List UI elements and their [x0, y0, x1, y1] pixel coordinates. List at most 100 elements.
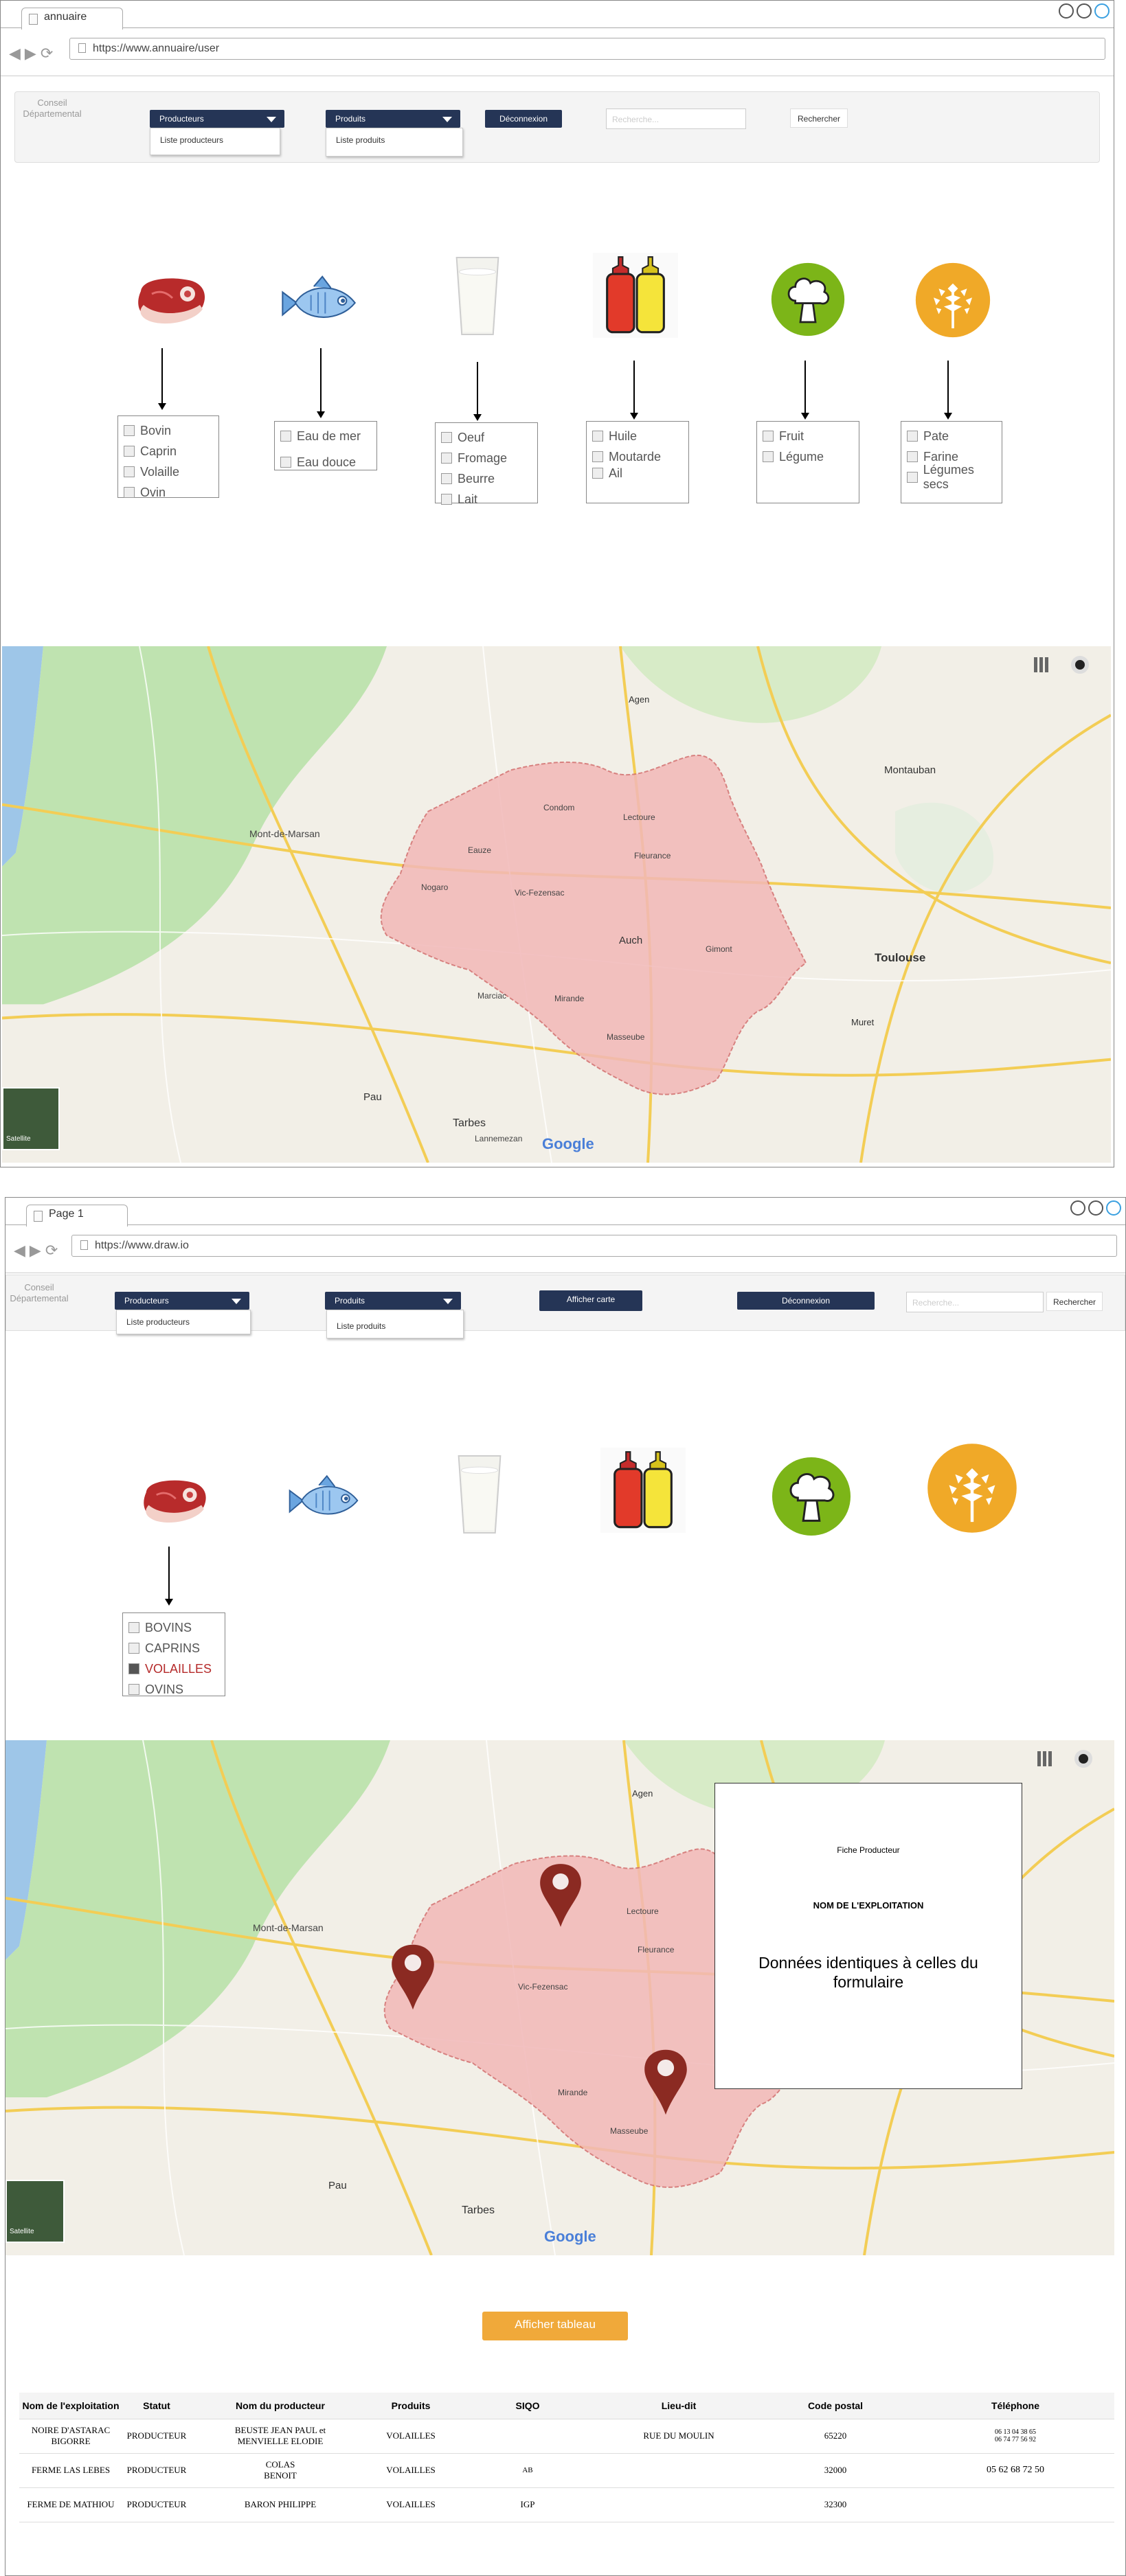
map-layer-toggle[interactable]: Satellite	[5, 2180, 65, 2243]
checkbox-item[interactable]: Caprin	[124, 441, 218, 461]
minimize-icon[interactable]	[1059, 3, 1074, 19]
browser-tab[interactable]: Page 1	[26, 1205, 128, 1227]
milk-glass-icon[interactable]	[453, 1452, 506, 1537]
checkbox-item[interactable]: Bovin	[124, 420, 218, 441]
column-header[interactable]: Statut	[122, 2393, 191, 2419]
map-pin-icon[interactable]	[539, 1857, 583, 1934]
checkbox-item[interactable]: Lait	[441, 489, 537, 510]
producers-dropdown[interactable]: Producteurs	[150, 110, 284, 128]
profile-icon[interactable]	[1071, 656, 1089, 674]
search-button[interactable]: Rechercher	[790, 109, 848, 128]
column-header[interactable]: Code postal	[754, 2393, 916, 2419]
checkbox-item[interactable]: Volaille	[124, 461, 218, 482]
map-layer-toggle[interactable]: Satellite	[2, 1087, 60, 1150]
column-header[interactable]: Lieu-dit	[603, 2393, 754, 2419]
condiment-bottles-icon[interactable]	[593, 252, 678, 339]
checkbox[interactable]	[280, 457, 291, 468]
column-header[interactable]: Nom de l'exploitation	[19, 2393, 122, 2419]
meat-icon[interactable]	[135, 1472, 212, 1531]
table-row[interactable]: NOIRE D'ASTARAC BIGORRE PRODUCTEUR BEUST…	[19, 2419, 1114, 2454]
checkbox-item[interactable]: Légume	[763, 446, 859, 467]
map-pin-icon[interactable]	[390, 1939, 436, 2015]
profile-icon[interactable]	[1074, 1750, 1092, 1768]
browser-tab[interactable]: annuaire	[21, 8, 123, 30]
producers-list-item[interactable]: Liste producteurs	[126, 1317, 190, 1327]
producers-list-item[interactable]: Liste producteurs	[160, 135, 223, 145]
checkbox[interactable]	[128, 1622, 139, 1633]
checkbox[interactable]	[592, 431, 603, 442]
column-header[interactable]: Nom du producteur	[191, 2393, 370, 2419]
checkbox[interactable]	[280, 431, 291, 442]
restore-icon[interactable]	[1077, 3, 1092, 19]
checkbox-item[interactable]: Pate	[907, 426, 1002, 446]
table-row[interactable]: FERME DE MATHIOU PRODUCTEUR BARON PHILIP…	[19, 2487, 1114, 2522]
logout-button[interactable]: Déconnexion	[485, 110, 562, 128]
column-header[interactable]: Téléphone	[916, 2393, 1114, 2419]
checkbox-item[interactable]: Eau douce	[280, 452, 376, 472]
checkbox[interactable]	[763, 431, 774, 442]
checkbox[interactable]	[907, 472, 918, 483]
products-list-item[interactable]: Liste produits	[337, 1321, 385, 1331]
checkbox-item[interactable]: VOLAILLES	[128, 1659, 225, 1679]
producers-dropdown[interactable]: Producteurs	[115, 1292, 249, 1310]
apps-grid-icon[interactable]	[1034, 657, 1049, 672]
checkbox[interactable]	[124, 466, 135, 477]
checkbox-item[interactable]: Eau de mer	[280, 426, 376, 446]
checkbox-item[interactable]: Ail	[592, 466, 688, 480]
checkbox-item[interactable]: BOVINS	[128, 1617, 225, 1638]
navigation-icons[interactable]: ◀▶⟳	[14, 1242, 62, 1259]
search-input[interactable]: Recherche...	[906, 1292, 1044, 1312]
maximize-icon[interactable]	[1106, 1200, 1121, 1216]
checkbox-item[interactable]: Légumes secs	[907, 463, 1002, 491]
checkbox[interactable]	[124, 425, 135, 436]
checkbox[interactable]	[124, 487, 135, 498]
checkbox[interactable]	[441, 453, 452, 464]
checkbox[interactable]	[124, 446, 135, 457]
checkbox-item[interactable]: Fruit	[763, 426, 859, 446]
checkbox[interactable]	[128, 1643, 139, 1654]
search-input[interactable]: Recherche...	[606, 109, 746, 129]
checkbox-item[interactable]: Oeuf	[441, 427, 537, 448]
wheat-icon[interactable]	[914, 262, 991, 339]
address-bar[interactable]: https://www.draw.io	[71, 1235, 1117, 1257]
checkbox[interactable]	[441, 494, 452, 505]
checkbox-item[interactable]: Moutarde	[592, 446, 688, 467]
column-header[interactable]: Produits	[370, 2393, 452, 2419]
checkbox[interactable]	[907, 431, 918, 442]
checkbox-item[interactable]: Huile	[592, 426, 688, 446]
show-map-button[interactable]: Afficher carte	[539, 1290, 642, 1311]
search-button[interactable]: Rechercher	[1046, 1292, 1103, 1311]
checkbox-checked[interactable]	[128, 1663, 139, 1674]
checkbox[interactable]	[763, 451, 774, 462]
logout-button[interactable]: Déconnexion	[737, 1292, 875, 1310]
column-header[interactable]: SIQO	[452, 2393, 603, 2419]
restore-icon[interactable]	[1088, 1200, 1103, 1216]
condiment-bottles-icon[interactable]	[600, 1445, 686, 1536]
products-dropdown[interactable]: Produits	[326, 110, 460, 128]
map[interactable]: Mont-de-Marsan Lectoure Vic-Fezensac Fle…	[5, 1740, 1114, 2255]
checkbox[interactable]	[592, 451, 603, 462]
wheat-icon[interactable]	[926, 1442, 1018, 1534]
navigation-icons[interactable]: ◀▶⟳	[9, 45, 57, 62]
table-row[interactable]: FERME LAS LEBES PRODUCTEUR COLAS BENOIT …	[19, 2453, 1114, 2488]
checkbox-item[interactable]: Beurre	[441, 468, 537, 489]
broccoli-icon[interactable]	[770, 262, 846, 337]
broccoli-icon[interactable]	[771, 1456, 852, 1537]
map[interactable]: Mont-de-Marsan Condom Lectoure Eauze Nog…	[2, 646, 1111, 1163]
checkbox-item[interactable]: OVINS	[128, 1679, 225, 1700]
address-bar[interactable]: https://www.annuaire/user	[69, 38, 1105, 60]
map-pin-icon[interactable]	[643, 2044, 688, 2121]
maximize-icon[interactable]	[1094, 3, 1110, 19]
checkbox[interactable]	[441, 473, 452, 484]
products-list-item[interactable]: Liste produits	[336, 135, 385, 145]
checkbox-item[interactable]: Fromage	[441, 448, 537, 468]
checkbox[interactable]	[592, 468, 603, 479]
show-table-button[interactable]: Afficher tableau	[482, 2312, 628, 2340]
apps-grid-icon[interactable]	[1037, 1751, 1052, 1766]
checkbox-item[interactable]: CAPRINS	[128, 1638, 225, 1659]
meat-icon[interactable]	[128, 270, 211, 333]
checkbox[interactable]	[441, 432, 452, 443]
fish-icon[interactable]	[283, 1468, 363, 1533]
fish-icon[interactable]	[275, 269, 361, 337]
products-dropdown[interactable]: Produits	[325, 1292, 461, 1310]
